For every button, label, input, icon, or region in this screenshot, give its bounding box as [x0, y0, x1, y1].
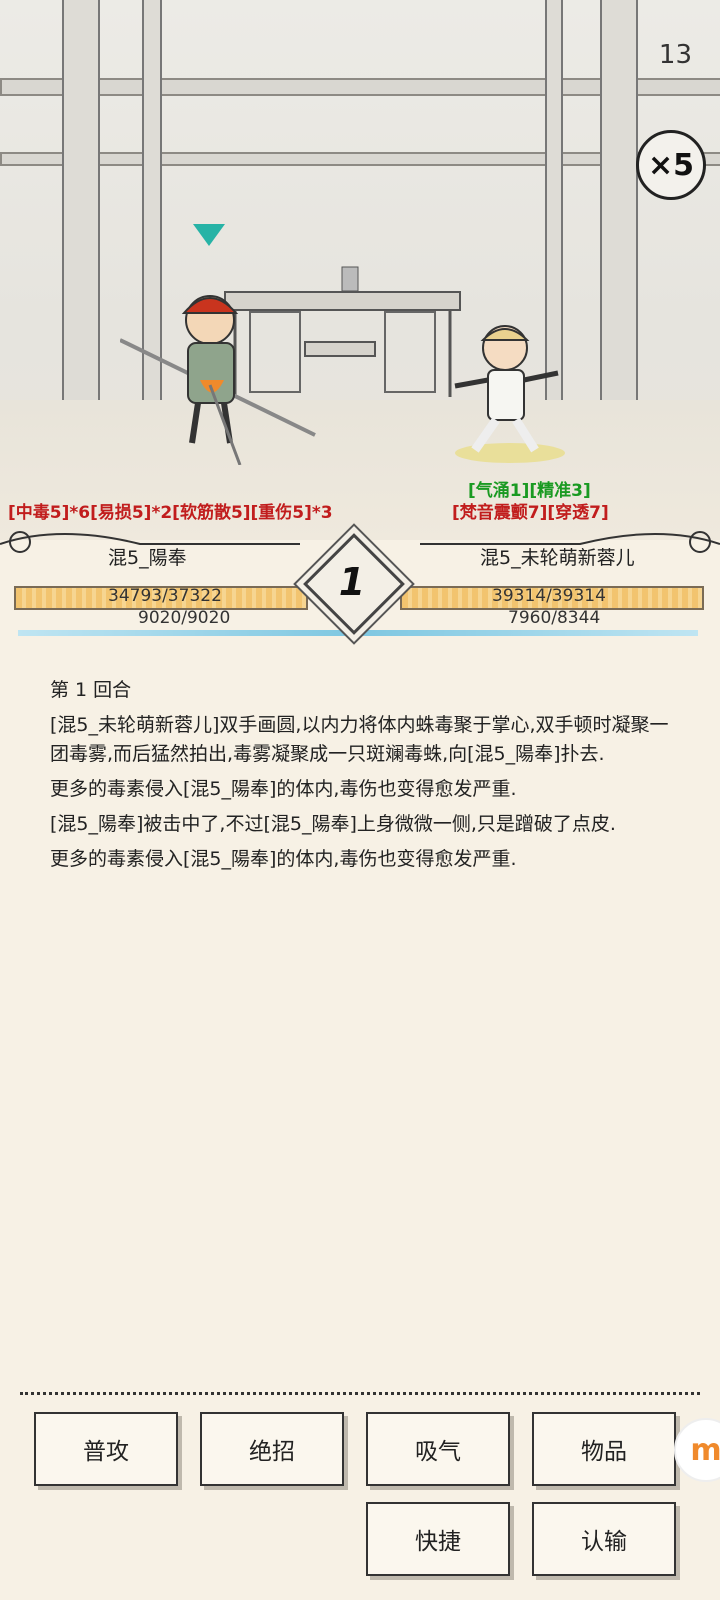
left-hp-value: 34793/37322 [108, 586, 222, 606]
battle-scene: 13 ×5 [中毒5]*6[易损5]*2[软筋散5][重伤5]*3 [气涌1][… [0, 0, 720, 540]
right-fighter-name: 混5_未轮萌新蓉儿 [480, 546, 635, 569]
surrender-button[interactable]: 认输 [532, 1502, 676, 1576]
round-number: 1 [338, 560, 366, 604]
ultimate-button[interactable]: 绝招 [200, 1412, 344, 1486]
log-line: 更多的毒素侵入[混5_陽奉]的体内,毒伤也变得愈发严重. [50, 778, 517, 800]
battle-log: 第 1 回合 [混5_未轮萌新蓉儿]双手画圆,以内力将体内蛛毒聚于掌心,双手顿时… [50, 676, 675, 880]
right-fighter-sprite[interactable] [440, 318, 580, 468]
right-debuffs: [梵音震颤7][穿透7] [452, 503, 609, 523]
log-line: 第 1 回合 [50, 679, 132, 701]
log-line: 更多的毒素侵入[混5_陽奉]的体内,毒伤也变得愈发严重. [50, 848, 517, 870]
wooden-pillar [600, 0, 638, 420]
attack-button[interactable]: 普攻 [34, 1412, 178, 1486]
right-mp-value: 7960/8344 [508, 608, 601, 628]
right-hp-value: 39314/39314 [492, 586, 606, 606]
left-fighter-sprite[interactable] [120, 285, 320, 465]
items-button[interactable]: 物品 [532, 1412, 676, 1486]
speed-toggle-button[interactable]: ×5 [636, 130, 706, 200]
wooden-pillar [62, 0, 100, 420]
target-marker-icon [193, 224, 225, 246]
floating-assistant-icon[interactable]: m [674, 1418, 720, 1482]
log-line: [混5_未轮萌新蓉儿]双手画圆,以内力将体内蛛毒聚于掌心,双手顿时凝聚一团毒雾,… [50, 714, 669, 765]
left-fighter-name: 混5_陽奉 [108, 546, 187, 569]
shortcut-button[interactable]: 快捷 [366, 1502, 510, 1576]
turn-counter: 13 [658, 40, 692, 70]
breathe-button[interactable]: 吸气 [366, 1412, 510, 1486]
left-mp-value: 9020/9020 [138, 608, 231, 628]
log-line: [混5_陽奉]被击中了,不过[混5_陽奉]上身微微一侧,只是蹭破了点皮. [50, 813, 616, 835]
divider [20, 1392, 700, 1395]
left-status-effects: [中毒5]*6[易损5]*2[软筋散5][重伤5]*3 [8, 503, 333, 523]
